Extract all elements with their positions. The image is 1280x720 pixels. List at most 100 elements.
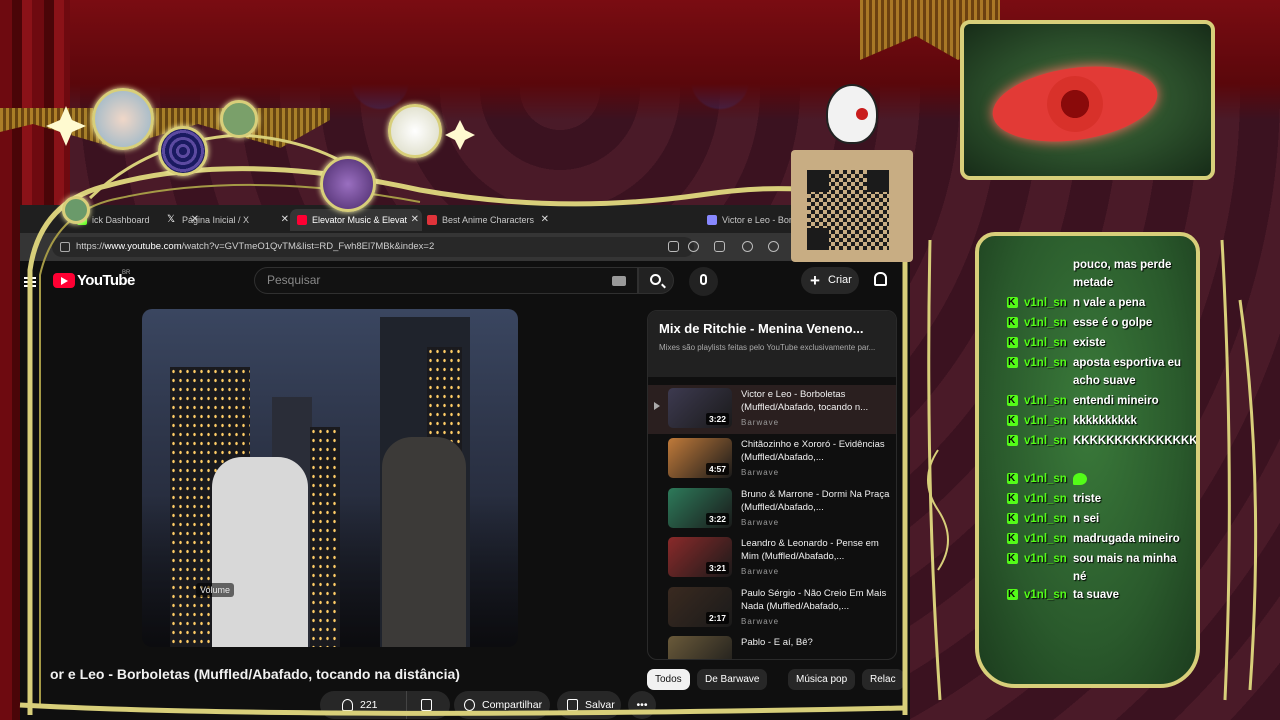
chat-username[interactable]: v1nl_sn xyxy=(1024,294,1067,312)
history-icon[interactable] xyxy=(768,241,779,252)
video-player[interactable]: Volume xyxy=(142,309,518,647)
kick-badge-icon xyxy=(1007,470,1018,488)
country-code: BR xyxy=(122,270,131,276)
voice-search-button[interactable] xyxy=(689,267,718,296)
playlist-item[interactable]: Pablo - E aí, Bê? xyxy=(648,633,896,659)
more-actions-button[interactable]: ••• xyxy=(628,691,656,719)
playlist-item[interactable]: 2:17 Paulo Sérgio - Não Creio Em Mais Nad… xyxy=(648,584,896,633)
chat-username[interactable]: v1nl_sn xyxy=(1024,412,1067,430)
tab-anime-characters[interactable]: Best Anime Characters ✕ xyxy=(420,209,552,231)
video-thumbnail[interactable]: 4:57 xyxy=(668,438,732,478)
chat-username[interactable]: v1nl_sn xyxy=(1024,490,1067,508)
playlist-item-channel[interactable]: Barwave xyxy=(741,617,779,626)
chat-text: KKKKKKKKKKKKKKKKKKKKKK xyxy=(1073,435,1198,447)
chat-username[interactable]: v1nl_sn xyxy=(1024,432,1067,450)
kick-badge-icon xyxy=(1007,490,1018,508)
microphone-icon xyxy=(700,274,707,285)
chat-username[interactable]: v1nl_sn xyxy=(1024,530,1067,548)
playlist-item[interactable]: 3:21 Leandro & Leonardo - Pense em Mim (M… xyxy=(648,534,896,583)
site-favicon-icon xyxy=(427,215,437,225)
x-logo-icon: 𝕏 xyxy=(167,214,176,225)
video-thumbnail[interactable]: 2:17 xyxy=(668,587,732,627)
like-button[interactable]: 221 xyxy=(320,691,406,719)
playlist-item-channel[interactable]: Barwave xyxy=(741,418,779,427)
tab-elevator-music[interactable]: Elevator Music & Elevat ✕ xyxy=(290,209,422,231)
close-icon[interactable]: ✕ xyxy=(411,209,419,231)
video-duration: 3:21 xyxy=(705,562,729,574)
playlist-item[interactable]: 4:57 Chitãozinho e Xororó - Evidências (M… xyxy=(648,435,896,484)
tab-label: Página Inicial / X xyxy=(182,215,250,225)
tab-x-home[interactable]: 𝕏 Página Inicial / X ✕ xyxy=(160,209,292,231)
chat-username[interactable]: v1nl_sn xyxy=(1024,334,1067,352)
create-label: Criar xyxy=(828,274,852,286)
playlist-item-title: Pablo - E aí, Bê? xyxy=(741,637,813,648)
chat-text: n sei xyxy=(1073,513,1100,525)
avatar-ornament xyxy=(92,88,154,150)
media-control-icon[interactable] xyxy=(742,241,753,252)
chip-musica-pop[interactable]: Música pop xyxy=(788,669,856,690)
close-icon[interactable]: ✕ xyxy=(281,209,289,231)
notifications-bell-icon[interactable] xyxy=(874,272,887,286)
tab-strip: ick Dashboard ✕ 𝕏 Página Inicial / X ✕ E… xyxy=(20,205,910,233)
chat-username[interactable]: v1nl_sn xyxy=(1024,392,1067,410)
save-button[interactable]: Salvar xyxy=(557,691,621,719)
pineapple-avatar xyxy=(388,104,442,158)
chat-text: aposta esportiva eu acho suave xyxy=(1073,357,1182,387)
kick-emote-icon xyxy=(1073,472,1087,485)
browser-window: ick Dashboard ✕ 𝕏 Página Inicial / X ✕ E… xyxy=(20,205,910,720)
bookmark-star-icon[interactable] xyxy=(688,241,699,252)
chat-username[interactable]: v1nl_sn xyxy=(1024,470,1067,488)
red-eye-artwork xyxy=(987,56,1163,152)
chip-relacionados[interactable]: Relac xyxy=(862,669,904,690)
chat-text xyxy=(1073,470,1191,488)
chat-username[interactable]: v1nl_sn xyxy=(1024,550,1067,568)
playlist-title[interactable]: Mix de Ritchie - Menina Veneno... xyxy=(659,321,863,336)
video-scene-building xyxy=(310,427,340,647)
video-scene-person xyxy=(382,437,466,647)
hamburger-menu-icon[interactable] xyxy=(24,277,36,287)
tab-label: Elevator Music & Elevat xyxy=(312,215,408,225)
video-thumbnail[interactable]: 3:21 xyxy=(668,537,732,577)
extensions-icon[interactable] xyxy=(714,241,725,252)
url-host: www.youtube.com xyxy=(104,241,182,252)
kick-badge-icon xyxy=(1007,412,1018,430)
chat-username[interactable]: v1nl_sn xyxy=(1024,314,1067,332)
youtube-logo-icon[interactable] xyxy=(53,273,75,288)
url-field[interactable]: https://www.youtube.com/watch?v=GVTmeO1Q… xyxy=(52,237,694,257)
tab-label: ick Dashboard xyxy=(92,215,150,225)
playlist-item[interactable]: 3:22 Victor e Leo - Borboletas (Muffled/A… xyxy=(648,385,896,434)
video-thumbnail[interactable] xyxy=(668,636,732,659)
chat-username[interactable]: v1nl_sn xyxy=(1024,510,1067,528)
tab-label: Victor e Leo - Borb xyxy=(722,215,797,225)
share-button[interactable]: Compartilhar xyxy=(454,691,550,719)
playlist-item-channel[interactable]: Barwave xyxy=(741,567,779,576)
playlist-item-channel[interactable]: Barwave xyxy=(741,468,779,477)
search-icon xyxy=(650,274,661,285)
chip-todos[interactable]: Todos xyxy=(647,669,690,690)
avatar-ornament xyxy=(158,126,208,176)
playlist-item-channel[interactable]: Barwave xyxy=(741,518,779,527)
chat-text: sou mais na minha né xyxy=(1073,553,1177,583)
video-thumbnail[interactable]: 3:22 xyxy=(668,388,732,428)
avatar-ornament xyxy=(62,196,90,224)
chat-username[interactable]: v1nl_sn xyxy=(1024,586,1067,604)
search-button[interactable] xyxy=(638,267,674,294)
qr-code xyxy=(807,170,889,250)
search-input[interactable]: Pesquisar xyxy=(254,267,638,294)
chat-username[interactable]: v1nl_sn xyxy=(1024,354,1067,372)
close-icon[interactable]: ✕ xyxy=(541,209,549,231)
install-app-icon[interactable] xyxy=(668,241,679,252)
playlist-item[interactable]: 3:22 Bruno & Marrone - Dormi Na Praça (Mu… xyxy=(648,485,896,534)
create-button[interactable]: + Criar xyxy=(801,267,859,294)
playlist-item-title: Chitãozinho e Xororó - Evidências (Muffl… xyxy=(741,439,885,463)
chip-de-barwave[interactable]: De Barwave xyxy=(697,669,768,690)
video-thumbnail[interactable]: 3:22 xyxy=(668,488,732,528)
dislike-button[interactable] xyxy=(406,691,450,719)
video-duration: 3:22 xyxy=(705,413,729,425)
keyboard-icon[interactable] xyxy=(612,276,626,286)
now-playing-icon xyxy=(654,402,660,410)
chat-text: esse é o golpe xyxy=(1073,317,1153,329)
site-info-icon[interactable] xyxy=(60,242,70,252)
volume-tooltip: Volume xyxy=(196,583,235,597)
kick-badge-icon xyxy=(1007,294,1018,312)
